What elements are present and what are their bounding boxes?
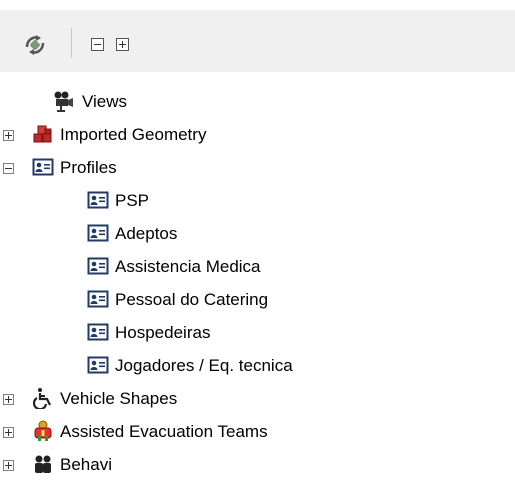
tree-item-label: Assistencia Medica (115, 257, 261, 276)
profile-card-icon (87, 323, 109, 341)
camera-icon (54, 91, 73, 112)
tree-item-profile[interactable]: PSP (0, 186, 515, 216)
sync-icon[interactable] (22, 32, 48, 58)
profile-card-icon (87, 356, 109, 374)
toolbar-separator (71, 28, 72, 58)
tree-item-profile[interactable]: Pessoal do Catering (0, 285, 515, 315)
tree-item-label: Imported Geometry (60, 125, 207, 144)
expand-toggle-icon[interactable] (3, 460, 14, 471)
people-icon (35, 455, 51, 473)
profile-card-icon (87, 290, 109, 308)
expand-toggle-icon[interactable] (3, 130, 14, 141)
wheelchair-icon (32, 388, 51, 409)
window-top-strip (0, 0, 515, 10)
collapse-all-icon[interactable] (91, 38, 104, 51)
expand-toggle-icon[interactable] (3, 394, 14, 405)
tree-item-label: Profiles (60, 158, 117, 177)
profile-card-icon (32, 158, 54, 176)
tree-item-assisted-evacuation-teams[interactable]: Assisted Evacuation Teams (0, 417, 515, 447)
tree-item-profile[interactable]: Jogadores / Eq. tecnica (0, 351, 515, 381)
tree-item-label: Assisted Evacuation Teams (60, 422, 268, 441)
tree-item-imported-geometry[interactable]: Imported Geometry (0, 120, 515, 150)
tree-toolbar (0, 10, 515, 72)
tree-item-profiles[interactable]: Profiles (0, 153, 515, 183)
tree-item-label: Adeptos (115, 224, 178, 243)
collapse-toggle-icon[interactable] (3, 163, 14, 174)
profile-card-icon (87, 224, 109, 242)
tree-item-label: Behavi (60, 455, 112, 474)
profile-card-icon (87, 257, 109, 275)
tree-item-profile[interactable]: Hospedeiras (0, 318, 515, 348)
tree-item-profile[interactable]: Adeptos (0, 219, 515, 249)
tree-item-views[interactable]: Views (0, 87, 515, 117)
tree-item-label: Vehicle Shapes (60, 389, 178, 408)
tree-item-profile[interactable]: Assistencia Medica (0, 252, 515, 282)
profile-card-icon (87, 191, 109, 209)
expand-all-icon[interactable] (116, 38, 129, 51)
tree-item-label: Jogadores / Eq. tecnica (115, 356, 293, 375)
tree-item-vehicle-shapes[interactable]: Vehicle Shapes (0, 384, 515, 414)
tree-item-partial[interactable]: Behavi (0, 450, 515, 480)
tree-item-label: Pessoal do Catering (115, 290, 269, 309)
team-icon (34, 420, 52, 441)
tree-item-label: PSP (115, 191, 150, 210)
scenario-tree: Views Imported Geometry Profiles PSP Ade… (0, 79, 515, 492)
blocks-icon (33, 125, 52, 143)
tree-item-label: Views (82, 92, 128, 111)
tree-item-label: Hospedeiras (115, 323, 211, 342)
expand-toggle-icon[interactable] (3, 427, 14, 438)
